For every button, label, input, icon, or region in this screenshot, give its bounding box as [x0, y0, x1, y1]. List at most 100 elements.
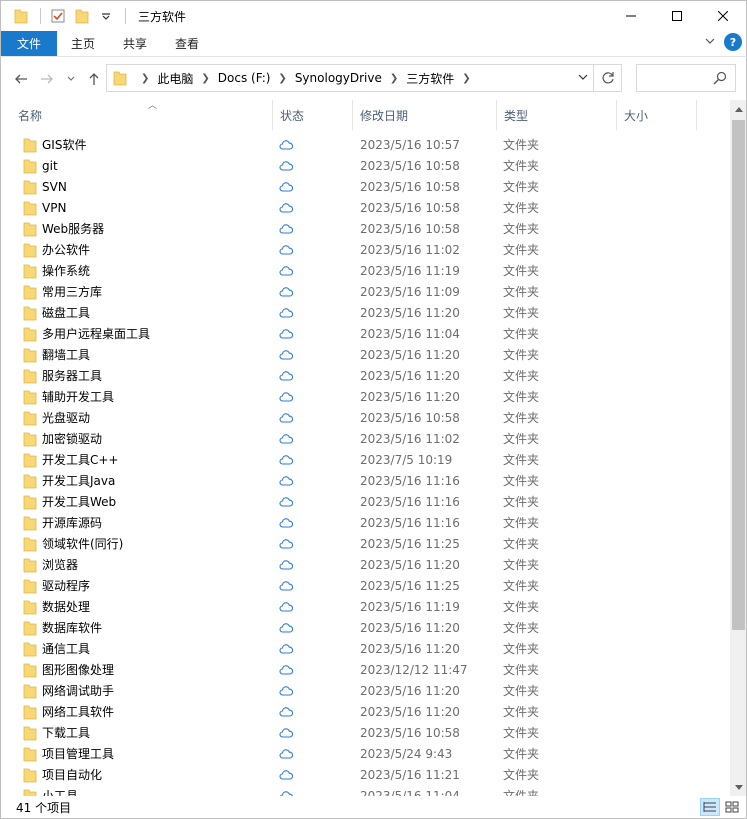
breadcrumb-separator-icon[interactable]: ❯	[141, 73, 149, 84]
column-header-status[interactable]: 状态	[273, 100, 353, 130]
modified-date: 2023/5/16 11:04	[360, 788, 460, 797]
cloud-sync-icon	[279, 302, 293, 323]
tab-share[interactable]: 共享	[109, 31, 161, 56]
file-name: 开发工具Java	[42, 474, 116, 488]
scrollbar-thumb[interactable]	[732, 120, 745, 630]
table-row[interactable]: 网络工具软件 2023/5/16 11:20 文件夹	[17, 701, 697, 722]
file-type: 文件夹	[503, 663, 540, 677]
file-name: VPN	[42, 200, 67, 215]
large-icons-view-button[interactable]	[722, 798, 742, 816]
table-row[interactable]: 操作系统 2023/5/16 11:19 文件夹	[17, 260, 697, 281]
customize-toolbar-chevron-icon[interactable]	[95, 5, 117, 27]
table-row[interactable]: 小工具 2023/5/16 11:04 文件夹	[17, 785, 697, 796]
table-row[interactable]: 数据库软件 2023/5/16 11:20 文件夹	[17, 617, 697, 638]
table-row[interactable]: 项目自动化 2023/5/16 11:21 文件夹	[17, 764, 697, 785]
breadcrumb-this-pc[interactable]: 此电脑	[157, 70, 193, 87]
table-row[interactable]: 开发工具Java 2023/5/16 11:16 文件夹	[17, 470, 697, 491]
tab-view[interactable]: 查看	[161, 31, 213, 56]
tab-home[interactable]: 主页	[57, 31, 109, 56]
table-row[interactable]: 驱动程序 2023/5/16 11:25 文件夹	[17, 575, 697, 596]
table-row[interactable]: SVN 2023/5/16 10:58 文件夹	[17, 176, 697, 197]
recent-locations-button[interactable]	[61, 69, 81, 89]
file-name-cell: 操作系统	[23, 260, 90, 281]
folder-icon	[23, 767, 37, 783]
table-row[interactable]: 服务器工具 2023/5/16 11:20 文件夹	[17, 365, 697, 386]
column-header-type[interactable]: 类型	[497, 100, 617, 130]
folder-icon	[23, 200, 37, 216]
column-header-size[interactable]: 大小	[617, 100, 697, 130]
table-row[interactable]: 多用户远程桌面工具 2023/5/16 11:04 文件夹	[17, 323, 697, 344]
column-header-date[interactable]: 修改日期	[353, 100, 497, 130]
breadcrumb-separator-icon[interactable]: ❯	[390, 73, 398, 84]
forward-button[interactable]	[37, 69, 57, 89]
scroll-up-arrow-icon[interactable]	[730, 100, 747, 117]
file-name: 数据处理	[42, 600, 91, 614]
column-header-name[interactable]: 名称 ︿	[11, 100, 273, 130]
file-name-cell: Web服务器	[23, 218, 104, 239]
minimize-button[interactable]	[608, 1, 654, 31]
table-row[interactable]: 加密锁驱动 2023/5/16 11:02 文件夹	[17, 428, 697, 449]
file-name-cell: 辅助开发工具	[23, 386, 114, 407]
table-row[interactable]: 领域软件(同行) 2023/5/16 11:25 文件夹	[17, 533, 697, 554]
cloud-sync-icon	[279, 596, 293, 617]
table-row[interactable]: 开发工具C++ 2023/7/5 10:19 文件夹	[17, 449, 697, 470]
details-view-button[interactable]	[700, 798, 720, 816]
file-type: 文件夹	[503, 327, 540, 341]
vertical-scrollbar[interactable]	[730, 100, 747, 796]
file-name: SVN	[42, 179, 67, 194]
file-type: 文件夹	[503, 243, 540, 257]
table-row[interactable]: Web服务器 2023/5/16 10:58 文件夹	[17, 218, 697, 239]
help-icon[interactable]: ?	[724, 33, 742, 51]
table-row[interactable]: GIS软件 2023/5/16 10:57 文件夹	[17, 134, 697, 155]
search-input[interactable]	[636, 64, 736, 92]
breadcrumb-current-folder[interactable]: 三方软件	[406, 70, 454, 87]
breadcrumb-separator-icon[interactable]: ❯	[462, 73, 470, 84]
table-row[interactable]: 常用三方库 2023/5/16 11:09 文件夹	[17, 281, 697, 302]
breadcrumb-docs-drive[interactable]: Docs (F:)	[218, 71, 271, 85]
file-name-cell: 开源库源码	[23, 512, 102, 533]
address-history-chevron-icon[interactable]	[577, 71, 589, 86]
file-type: 文件夹	[503, 264, 540, 278]
file-name: 开发工具Web	[42, 495, 117, 509]
folder-icon	[23, 746, 37, 762]
file-type: 文件夹	[503, 789, 540, 796]
file-name-cell: 办公软件	[23, 239, 90, 260]
file-list[interactable]: GIS软件 2023/5/16 10:57 文件夹 git 2023/5/16 10:5…	[0, 130, 730, 796]
table-row[interactable]: 下载工具 2023/5/16 10:58 文件夹	[17, 722, 697, 743]
address-bar[interactable]: ❯ 此电脑 ❯ Docs (F:) ❯ SynologyDrive ❯ 三方软件…	[106, 64, 594, 92]
new-folder-icon[interactable]	[71, 5, 93, 27]
table-row[interactable]: VPN 2023/5/16 10:58 文件夹	[17, 197, 697, 218]
refresh-button[interactable]	[594, 64, 622, 92]
back-button[interactable]	[11, 69, 31, 89]
table-row[interactable]: 翻墙工具 2023/5/16 11:20 文件夹	[17, 344, 697, 365]
tab-file[interactable]: 文件	[1, 31, 57, 56]
modified-date: 2023/5/16 10:58	[360, 179, 460, 194]
table-row[interactable]: 图形图像处理 2023/12/12 11:47 文件夹	[17, 659, 697, 680]
table-row[interactable]: 浏览器 2023/5/16 11:20 文件夹	[17, 554, 697, 575]
table-row[interactable]: 磁盘工具 2023/5/16 11:20 文件夹	[17, 302, 697, 323]
ribbon-right: ?	[704, 33, 742, 51]
breadcrumb-synologydrive[interactable]: SynologyDrive	[295, 71, 382, 85]
file-name: 图形图像处理	[42, 663, 115, 677]
table-row[interactable]: 光盘驱动 2023/5/16 10:58 文件夹	[17, 407, 697, 428]
table-row[interactable]: 辅助开发工具 2023/5/16 11:20 文件夹	[17, 386, 697, 407]
up-button[interactable]	[84, 69, 104, 89]
scroll-down-arrow-icon[interactable]	[730, 779, 747, 796]
expand-ribbon-chevron-icon[interactable]	[704, 35, 716, 50]
table-row[interactable]: 通信工具 2023/5/16 11:20 文件夹	[17, 638, 697, 659]
breadcrumb-separator-icon[interactable]: ❯	[278, 73, 286, 84]
table-row[interactable]: 开源库源码 2023/5/16 11:16 文件夹	[17, 512, 697, 533]
table-row[interactable]: 开发工具Web 2023/5/16 11:16 文件夹	[17, 491, 697, 512]
modified-date: 2023/5/16 11:04	[360, 326, 460, 341]
maximize-button[interactable]	[654, 1, 700, 31]
table-row[interactable]: 网络调试助手 2023/5/16 11:20 文件夹	[17, 680, 697, 701]
modified-date: 2023/5/16 11:09	[360, 284, 460, 299]
breadcrumb-separator-icon[interactable]: ❯	[201, 73, 209, 84]
table-row[interactable]: 数据处理 2023/5/16 11:19 文件夹	[17, 596, 697, 617]
table-row[interactable]: 项目管理工具 2023/5/24 9:43 文件夹	[17, 743, 697, 764]
cloud-sync-icon	[279, 155, 293, 176]
table-row[interactable]: 办公软件 2023/5/16 11:02 文件夹	[17, 239, 697, 260]
table-row[interactable]: git 2023/5/16 10:58 文件夹	[17, 155, 697, 176]
properties-icon[interactable]	[47, 5, 69, 27]
close-button[interactable]	[700, 1, 746, 31]
